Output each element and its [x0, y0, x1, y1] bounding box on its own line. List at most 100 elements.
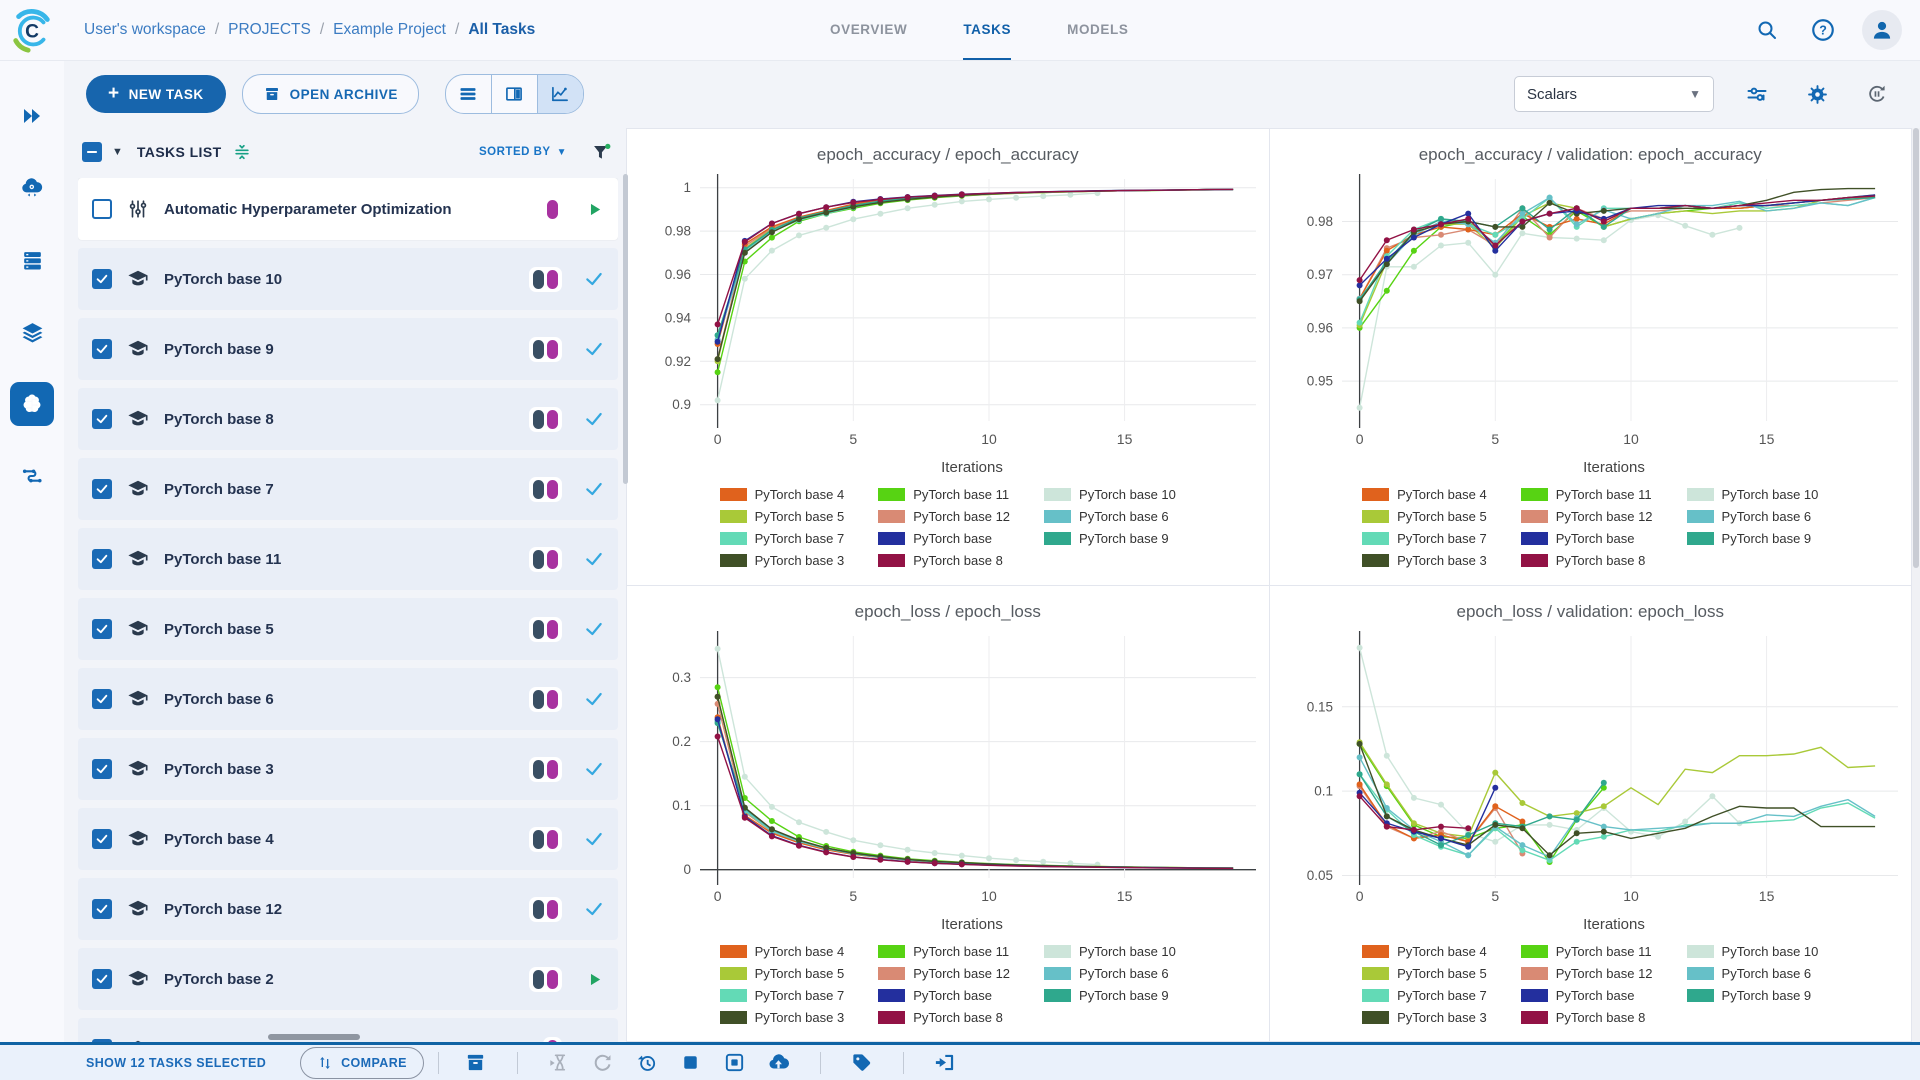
- legend-item[interactable]: PyTorch base: [878, 985, 1010, 1006]
- task-row[interactable]: PyTorch base 2: [78, 948, 618, 1010]
- help-icon[interactable]: ?: [1806, 13, 1840, 47]
- legend-item[interactable]: PyTorch base 5: [719, 963, 844, 984]
- sidebar-item-serving[interactable]: [10, 166, 54, 210]
- task-row[interactable]: PyTorch base 7: [78, 458, 618, 520]
- legend-item[interactable]: PyTorch base 9: [1044, 528, 1176, 549]
- sidebar-item-projects[interactable]: [10, 382, 54, 426]
- task-row[interactable]: PyTorch base 6: [78, 668, 618, 730]
- chart-plot-area[interactable]: 0.05 0.1 0.15 0 5 10 15 Iterations: [1280, 622, 1900, 939]
- legend-item[interactable]: PyTorch base 5: [1362, 506, 1487, 527]
- legend-item[interactable]: PyTorch base 3: [1362, 550, 1487, 571]
- legend-item[interactable]: PyTorch base 7: [1362, 985, 1487, 1006]
- task-checkbox[interactable]: [92, 549, 112, 569]
- legend-item[interactable]: PyTorch base 8: [1520, 550, 1653, 571]
- tab-overview[interactable]: OVERVIEW: [830, 0, 907, 60]
- task-row[interactable]: PyTorch base 5: [78, 598, 618, 660]
- breadcrumb-workspace[interactable]: User's workspace: [84, 21, 206, 39]
- legend-item[interactable]: PyTorch base 4: [719, 484, 844, 505]
- task-row[interactable]: PyTorch base 11: [78, 528, 618, 590]
- archive-icon[interactable]: [459, 1049, 493, 1077]
- breadcrumb-example-project[interactable]: Example Project: [333, 21, 446, 39]
- move-to-icon[interactable]: [928, 1049, 962, 1077]
- legend-item[interactable]: PyTorch base 10: [1686, 484, 1818, 505]
- task-row[interactable]: PyTorch base 8: [78, 388, 618, 450]
- task-checkbox[interactable]: [92, 969, 112, 989]
- legend-item[interactable]: PyTorch base 8: [878, 550, 1010, 571]
- selected-tasks-info[interactable]: SHOW 12 TASKS SELECTED: [86, 1056, 266, 1070]
- publish-icon[interactable]: [762, 1049, 796, 1077]
- charts-scrollbar-thumb[interactable]: [1913, 128, 1919, 568]
- legend-item[interactable]: PyTorch base 9: [1686, 985, 1819, 1006]
- charts-scrollbar-track[interactable]: [1912, 128, 1920, 1042]
- view-charts-button[interactable]: [537, 75, 583, 113]
- legend-item[interactable]: PyTorch base 6: [1686, 963, 1819, 984]
- tags-icon[interactable]: [845, 1049, 879, 1077]
- task-checkbox[interactable]: [92, 759, 112, 779]
- task-checkbox[interactable]: [92, 269, 112, 289]
- legend-item[interactable]: PyTorch base 10: [1044, 941, 1176, 962]
- legend-item[interactable]: PyTorch base 3: [1362, 1007, 1487, 1028]
- open-archive-button[interactable]: OPEN ARCHIVE: [241, 74, 419, 114]
- legend-item[interactable]: PyTorch base: [1520, 985, 1653, 1006]
- chart-card-2[interactable]: epoch_loss / epoch_loss 0 0.1 0.2 0.3 0 5 10 15 I…: [627, 585, 1269, 1041]
- chart-card-1[interactable]: epoch_accuracy / validation: epoch_accur…: [1269, 129, 1911, 585]
- task-row[interactable]: PyTorch base 3: [78, 738, 618, 800]
- auto-refresh-icon[interactable]: [1860, 77, 1894, 111]
- settings-gear-icon[interactable]: [1800, 77, 1834, 111]
- task-checkbox[interactable]: [92, 409, 112, 429]
- tasks-vertical-scrollbar[interactable]: [623, 174, 628, 484]
- legend-item[interactable]: PyTorch base 12: [878, 963, 1010, 984]
- metric-view-select[interactable]: Scalars ▼: [1514, 76, 1714, 112]
- sidebar-item-queues[interactable]: [10, 238, 54, 282]
- legend-item[interactable]: PyTorch base 12: [1520, 963, 1653, 984]
- task-checkbox[interactable]: [92, 199, 112, 219]
- abort-icon[interactable]: [674, 1049, 708, 1077]
- collapse-rows-icon[interactable]: [232, 142, 252, 162]
- legend-item[interactable]: PyTorch base 11: [1520, 941, 1653, 962]
- clearml-logo-icon[interactable]: C: [8, 8, 56, 54]
- compare-button[interactable]: COMPARE: [300, 1046, 424, 1079]
- graph-settings-icon[interactable]: [1740, 77, 1774, 111]
- legend-item[interactable]: PyTorch base: [1520, 528, 1653, 549]
- tab-tasks[interactable]: TASKS: [963, 0, 1012, 60]
- legend-item[interactable]: PyTorch base 5: [1362, 963, 1487, 984]
- new-task-button[interactable]: + NEW TASK: [86, 75, 226, 113]
- chart-plot-area[interactable]: 0 0.1 0.2 0.3 0 5 10 15 Iterations: [638, 622, 1258, 939]
- legend-item[interactable]: PyTorch base 6: [1686, 506, 1819, 527]
- chart-card-0[interactable]: epoch_accuracy / epoch_accuracy 0.9 0.92 0.…: [627, 129, 1269, 585]
- task-checkbox[interactable]: [92, 339, 112, 359]
- legend-item[interactable]: PyTorch base 8: [1520, 1007, 1653, 1028]
- legend-item[interactable]: PyTorch base 3: [719, 550, 844, 571]
- legend-item[interactable]: PyTorch base 3: [719, 1007, 844, 1028]
- legend-item[interactable]: PyTorch base 12: [878, 506, 1010, 527]
- task-checkbox[interactable]: [92, 689, 112, 709]
- chart-card-3[interactable]: epoch_loss / validation: epoch_loss 0.05 0…: [1269, 585, 1911, 1041]
- view-table-button[interactable]: [446, 75, 492, 113]
- task-checkbox[interactable]: [92, 479, 112, 499]
- legend-item[interactable]: PyTorch base 5: [719, 506, 844, 527]
- legend-item[interactable]: PyTorch base 4: [1362, 484, 1487, 505]
- legend-item[interactable]: PyTorch base 10: [1686, 941, 1818, 962]
- legend-item[interactable]: PyTorch base: [878, 528, 1010, 549]
- tab-models[interactable]: MODELS: [1067, 0, 1128, 60]
- task-checkbox[interactable]: [92, 829, 112, 849]
- chart-plot-area[interactable]: 0.9 0.92 0.94 0.96 0.98 1 0 5 10 15 Iterations: [638, 165, 1258, 482]
- legend-item[interactable]: PyTorch base 11: [1520, 484, 1653, 505]
- chart-plot-area[interactable]: 0.95 0.96 0.97 0.98 0 5 10 15 Iterations: [1280, 165, 1900, 482]
- legend-item[interactable]: PyTorch base 12: [1520, 506, 1653, 527]
- select-all-checkbox[interactable]: [82, 142, 102, 162]
- sidebar-item-pipelines[interactable]: [10, 454, 54, 498]
- view-split-button[interactable]: [492, 75, 538, 113]
- legend-item[interactable]: PyTorch base 11: [878, 484, 1010, 505]
- legend-item[interactable]: PyTorch base 10: [1044, 484, 1176, 505]
- legend-item[interactable]: PyTorch base 4: [719, 941, 844, 962]
- breadcrumb-all-tasks[interactable]: All Tasks: [468, 21, 535, 39]
- filter-icon[interactable]: [591, 142, 612, 163]
- legend-item[interactable]: PyTorch base 9: [1044, 985, 1176, 1006]
- task-row[interactable]: PyTorch base 4: [78, 808, 618, 870]
- revert-icon[interactable]: [630, 1049, 664, 1077]
- task-row[interactable]: PyTorch base 10: [78, 248, 618, 310]
- selection-dropdown-caret[interactable]: ▼: [112, 146, 123, 158]
- abort-children-icon[interactable]: [718, 1049, 752, 1077]
- legend-item[interactable]: PyTorch base 4: [1362, 941, 1487, 962]
